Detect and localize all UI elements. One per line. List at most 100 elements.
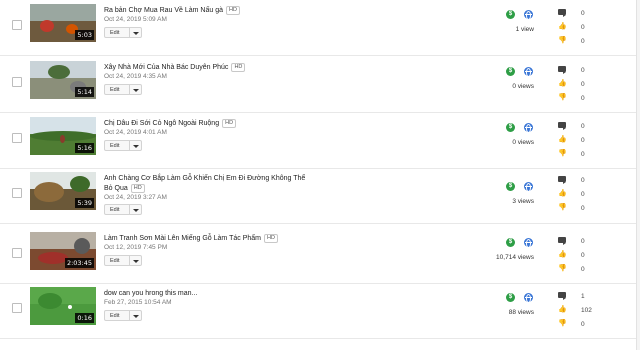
video-title[interactable]: Làm Tranh Sơn Mài Lên Miếng Gỗ Làm Tác P… — [104, 234, 314, 244]
comment-icon — [558, 122, 567, 130]
hd-badge: HD — [130, 184, 145, 193]
comment-count: 0 — [581, 67, 585, 74]
dollar-circle-icon[interactable]: $ — [506, 293, 515, 302]
thumbnail-detail — [48, 65, 70, 79]
video-title-text[interactable]: Xây Nhà Mới Của Nhà Bác Duyên Phúc — [104, 64, 228, 71]
video-row: 5:03 Ra bản Chợ Mua Rau Về Làm Nấu gà HD Oc… — [0, 0, 640, 56]
edit-label: Edit — [110, 257, 120, 264]
comment-count: 0 — [581, 123, 585, 130]
video-thumbnail[interactable]: 0:16 — [30, 287, 96, 325]
thumbs-up-icon: 👍 — [558, 136, 567, 143]
duration-badge: 5:39 — [75, 198, 94, 208]
thumbnail-detail — [60, 135, 65, 143]
duration-badge: 0:16 — [75, 313, 94, 323]
chevron-down-icon[interactable] — [133, 314, 139, 318]
dollar-circle-icon[interactable]: $ — [506, 123, 515, 132]
video-title[interactable]: Ra bản Chợ Mua Rau Về Làm Nấu gà HD — [104, 6, 314, 16]
view-count: 1 view — [515, 26, 534, 33]
chevron-down-icon[interactable] — [133, 88, 139, 92]
edit-divider — [129, 256, 130, 265]
dollar-circle-icon[interactable]: $ — [506, 238, 515, 247]
chevron-down-icon[interactable] — [133, 259, 139, 263]
thumbs-up-icon: 👍 — [558, 80, 567, 87]
hd-badge: HD — [263, 234, 278, 243]
like-count: 0 — [581, 252, 585, 259]
view-count: 0 views — [512, 139, 534, 146]
globe-icon[interactable] — [524, 182, 533, 192]
comment-count: 0 — [581, 10, 585, 17]
hd-badge: HD — [231, 63, 246, 72]
edit-button[interactable]: Edit — [104, 310, 142, 321]
select-checkbox[interactable] — [12, 248, 22, 258]
dislike-count: 0 — [581, 38, 585, 45]
upload-date: Oct 24, 2019 3:27 AM — [104, 194, 167, 201]
video-title[interactable]: Xây Nhà Mới Của Nhà Bác Duyên Phúc HD — [104, 63, 314, 73]
thumbs-down-icon: 👎 — [558, 320, 567, 327]
video-title-text[interactable]: dow can you hrong this man... — [104, 290, 197, 297]
dollar-circle-icon[interactable]: $ — [506, 182, 515, 191]
thumbnail-detail — [68, 305, 72, 309]
thumbnail-detail — [70, 176, 90, 192]
video-title[interactable]: Anh Chàng Cơ Bắp Làm Gỗ Khiến Chị Em Đi … — [104, 174, 314, 194]
video-thumbnail[interactable]: 5:03 — [30, 4, 96, 42]
view-count: 3 views — [512, 198, 534, 205]
edit-divider — [129, 311, 130, 320]
scrollbar[interactable] — [636, 0, 640, 350]
dollar-circle-icon[interactable]: $ — [506, 10, 515, 19]
duration-badge: 5:16 — [75, 143, 94, 153]
chevron-down-icon[interactable] — [133, 31, 139, 35]
upload-date: Oct 12, 2019 7:45 PM — [104, 244, 168, 251]
video-thumbnail[interactable]: 5:39 — [30, 172, 96, 210]
edit-label: Edit — [110, 86, 120, 93]
globe-icon[interactable] — [524, 123, 533, 133]
thumbs-up-icon: 👍 — [558, 306, 567, 313]
comment-count: 1 — [581, 293, 585, 300]
comment-icon — [558, 9, 567, 17]
comment-icon — [558, 176, 567, 184]
upload-date: Oct 24, 2019 5:09 AM — [104, 16, 167, 23]
video-thumbnail[interactable]: 5:14 — [30, 61, 96, 99]
view-count: 0 views — [512, 83, 534, 90]
globe-icon[interactable] — [524, 293, 533, 303]
select-checkbox[interactable] — [12, 77, 22, 87]
globe-icon[interactable] — [524, 238, 533, 248]
like-count: 0 — [581, 137, 585, 144]
video-row: 0:16 dow can you hrong this man... Feb 27,… — [0, 283, 640, 339]
select-checkbox[interactable] — [12, 133, 22, 143]
upload-date: Feb 27, 2015 10:54 AM — [104, 299, 172, 306]
like-count: 0 — [581, 24, 585, 31]
video-title[interactable]: Chị Dâu Đi Sới Cỏ Ngô Ngoài Ruộng HD — [104, 119, 314, 129]
edit-button[interactable]: Edit — [104, 204, 142, 215]
comment-icon — [558, 237, 567, 245]
globe-icon[interactable] — [524, 10, 533, 20]
edit-divider — [129, 205, 130, 214]
chevron-down-icon[interactable] — [133, 208, 139, 212]
video-thumbnail[interactable]: 5:16 — [30, 117, 96, 155]
edit-button[interactable]: Edit — [104, 84, 142, 95]
video-row: 2:03:45 Làm Tranh Sơn Mài Lên Miếng Gỗ Là… — [0, 228, 640, 284]
video-thumbnail[interactable]: 2:03:45 — [30, 232, 96, 270]
globe-icon[interactable] — [524, 67, 533, 77]
thumbs-up-icon: 👍 — [558, 251, 567, 258]
edit-divider — [129, 141, 130, 150]
video-title-text[interactable]: Chị Dâu Đi Sới Cỏ Ngô Ngoài Ruộng — [104, 120, 219, 127]
select-checkbox[interactable] — [12, 188, 22, 198]
chevron-down-icon[interactable] — [133, 144, 139, 148]
upload-date: Oct 24, 2019 4:35 AM — [104, 73, 167, 80]
thumbnail-detail — [74, 238, 90, 254]
dislike-count: 0 — [581, 266, 585, 273]
thumbs-down-icon: 👎 — [558, 265, 567, 272]
select-checkbox[interactable] — [12, 20, 22, 30]
thumbnail-detail — [38, 293, 62, 309]
edit-button[interactable]: Edit — [104, 140, 142, 151]
video-title[interactable]: dow can you hrong this man... — [104, 289, 314, 299]
thumbs-down-icon: 👎 — [558, 94, 567, 101]
dislike-count: 0 — [581, 151, 585, 158]
edit-button[interactable]: Edit — [104, 27, 142, 38]
video-title-text[interactable]: Ra bản Chợ Mua Rau Về Làm Nấu gà — [104, 7, 223, 14]
video-title-text[interactable]: Làm Tranh Sơn Mài Lên Miếng Gỗ Làm Tác P… — [104, 235, 261, 242]
dollar-circle-icon[interactable]: $ — [506, 67, 515, 76]
select-checkbox[interactable] — [12, 303, 22, 313]
edit-button[interactable]: Edit — [104, 255, 142, 266]
like-count: 0 — [581, 81, 585, 88]
